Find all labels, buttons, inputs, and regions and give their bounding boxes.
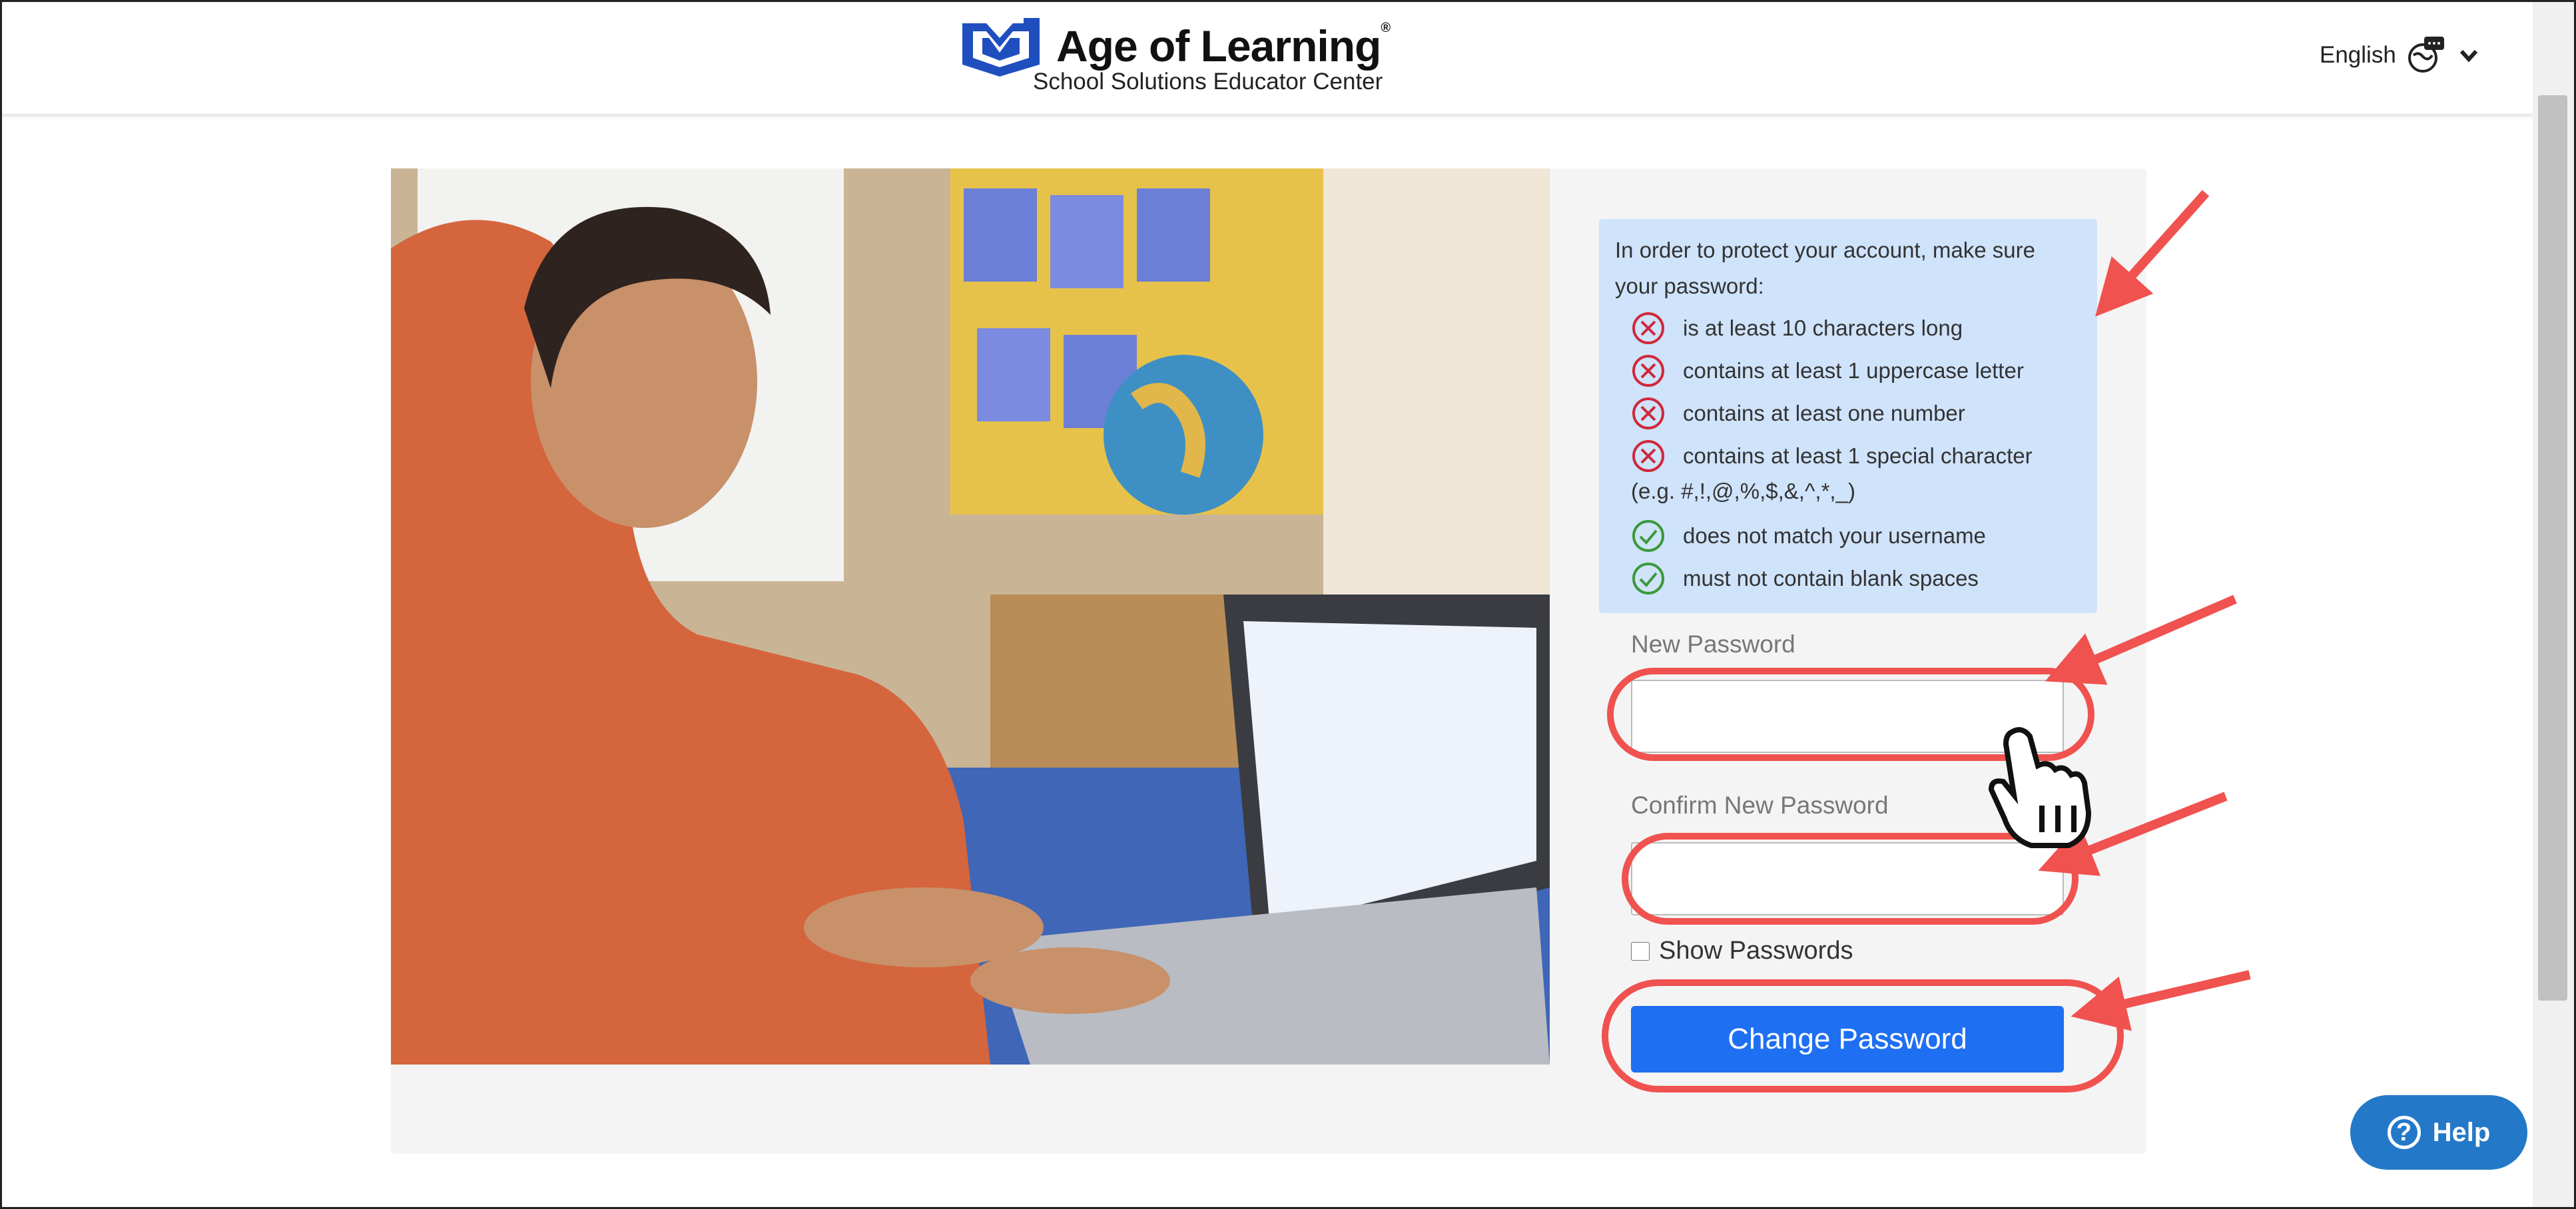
language-label: English [2320, 42, 2396, 68]
brand-name: Age of Learning® [1056, 21, 1391, 71]
show-passwords-label: Show Passwords [1659, 937, 1853, 965]
photo-illustration [391, 168, 1550, 1065]
help-label: Help [2432, 1117, 2491, 1147]
requirement-text: is at least 10 characters long [1683, 316, 1963, 340]
requirement-text: contains at least 1 special character [1683, 443, 2033, 468]
check-circle-icon [1632, 520, 1664, 552]
requirement-item: contains at least 1 uppercase letter [1631, 354, 2024, 388]
requirement-item: is at least 10 characters long [1631, 311, 1963, 346]
change-password-button[interactable]: Change Password [1631, 1006, 2064, 1073]
requirement-item: contains at least one number [1631, 396, 1965, 431]
x-circle-icon [1632, 397, 1664, 429]
page-frame: Age of Learning® School Solutions Educat… [0, 0, 2576, 1209]
requirements-intro: In order to protect your account, make s… [1615, 238, 2035, 298]
show-passwords-toggle[interactable]: Show Passwords [1631, 937, 1853, 965]
x-circle-icon [1632, 440, 1664, 472]
check-circle-icon [1632, 563, 1664, 595]
language-selector[interactable]: English [2320, 35, 2479, 75]
logo[interactable]: Age of Learning® School Solutions Educat… [960, 18, 1426, 98]
requirement-item: does not match your username [1631, 519, 1986, 553]
question-circle-icon: ? [2387, 1116, 2421, 1149]
confirm-password-input[interactable] [1631, 842, 2064, 915]
language-globe-icon [2408, 37, 2444, 73]
password-requirements: In order to protect your account, make s… [1599, 219, 2097, 613]
requirement-text: does not match your username [1683, 523, 1986, 548]
scrollbar-thumb[interactable] [2538, 95, 2567, 1001]
new-password-input[interactable] [1631, 680, 2064, 753]
help-button[interactable]: ? Help [2350, 1095, 2527, 1170]
x-circle-icon [1632, 312, 1664, 344]
teacher-laptop-photo [391, 168, 1550, 1065]
brand-subtitle: School Solutions Educator Center [1033, 69, 1383, 95]
requirement-text: contains at least 1 uppercase letter [1683, 358, 2024, 383]
show-passwords-checkbox[interactable] [1631, 941, 1650, 961]
requirement-text: contains at least one number [1683, 401, 1965, 425]
new-password-label: New Password [1631, 630, 1795, 658]
requirement-item: contains at least 1 special character [1631, 439, 2033, 473]
confirm-password-label: Confirm New Password [1631, 792, 1889, 819]
scrollbar[interactable] [2533, 2, 2574, 1207]
requirement-text: must not contain blank spaces [1683, 566, 1979, 591]
header: Age of Learning® School Solutions Educat… [2, 2, 2533, 114]
x-circle-icon [1632, 355, 1664, 387]
chevron-down-icon [2459, 49, 2478, 63]
requirement-item: must not contain blank spaces [1631, 561, 1979, 596]
special-character-examples: (e.g. #,!,@,%,$,&,^,*,_) [1631, 479, 1855, 503]
